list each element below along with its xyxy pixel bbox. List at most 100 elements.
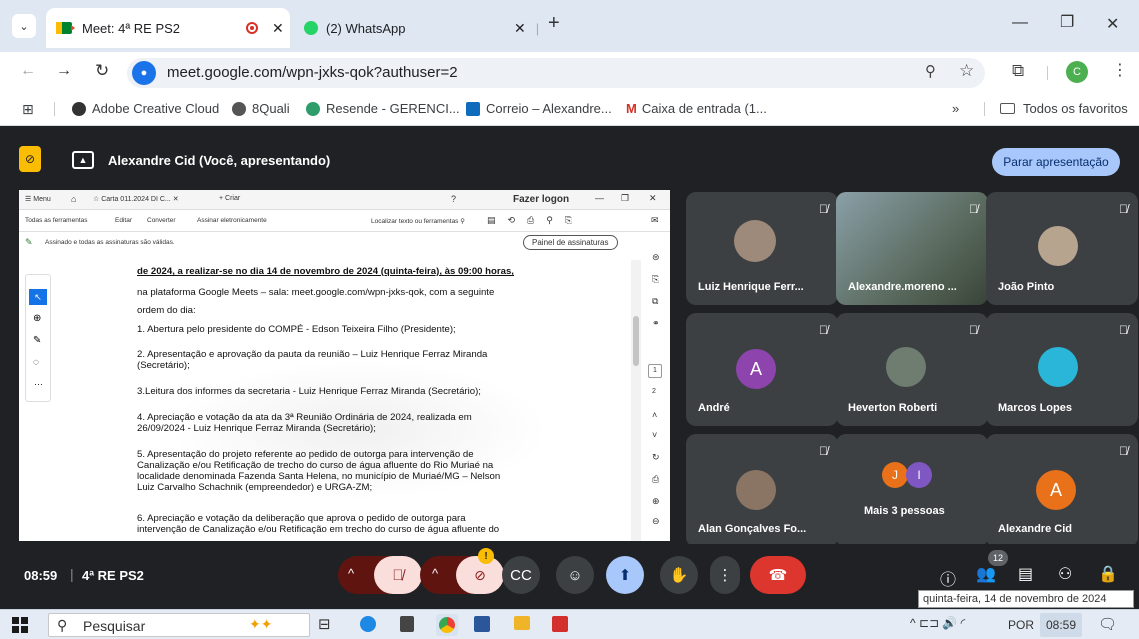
people-icon[interactable]: 👥 (976, 564, 996, 584)
taskbar-clock[interactable]: 08:59 (1040, 613, 1082, 637)
more-participants-tile[interactable]: J I Mais 3 pessoas (836, 434, 988, 547)
tab-whatsapp[interactable]: (2) WhatsApp ✕ | (292, 8, 542, 48)
bookmarks-overflow-button[interactable]: » (952, 101, 959, 116)
pdf-new-tab[interactable]: + Criar (219, 195, 240, 202)
stop-presenting-button[interactable]: Parar apresentação (992, 148, 1120, 176)
help-icon[interactable]: ? (451, 194, 456, 204)
comment-icon[interactable]: ⊜ (652, 252, 660, 263)
chrome-taskbar-button[interactable] (436, 614, 458, 636)
bookmark-star-icon[interactable]: ☆ (959, 61, 974, 81)
apps-grid-icon[interactable]: ⊞ (22, 101, 34, 118)
present-button[interactable]: ⬆ (606, 556, 644, 594)
app-icon[interactable] (400, 616, 414, 632)
scroll-thumb[interactable] (633, 316, 639, 366)
forward-icon[interactable]: → (56, 62, 72, 80)
bookmark-correio[interactable]: Correio – Alexandre... (466, 101, 612, 116)
zoom-out-icon[interactable]: ⊖ (652, 516, 660, 527)
pdf-minimize[interactable]: — (595, 193, 604, 203)
chat-icon[interactable]: ▤ (1018, 564, 1033, 584)
draw-tool-icon[interactable]: ✎ (33, 335, 41, 346)
system-tray-icons[interactable]: ^ ⊏⊐ 🔊 ◜ (910, 616, 965, 630)
meeting-details-icon[interactable]: ⓘ (940, 566, 956, 590)
tool-sign[interactable]: Assinar eletronicamente (197, 217, 267, 224)
chrome-menu-icon[interactable]: ⋮ (1112, 60, 1128, 80)
pdf-tab[interactable]: ☆ Carta 011.2024 DI C... ✕ (93, 195, 179, 203)
tool-search[interactable]: Localizar texto ou ferramentas ⚲ (371, 217, 465, 225)
bookmark-8quali[interactable]: 8Quali (232, 101, 290, 116)
pdf-maximize[interactable]: ❐ (621, 193, 629, 204)
bookmark-adobe[interactable]: Adobe Creative Cloud (72, 101, 219, 116)
participant-tile-self[interactable]: A 🎙̸ Alexandre Cid (986, 434, 1138, 547)
tab-meet[interactable]: Meet: 4ª RE PS2 ✕ (46, 8, 290, 48)
activities-icon[interactable]: ⚇ (1058, 564, 1072, 584)
save-icon[interactable]: ⎙ (652, 474, 659, 485)
page-down-icon[interactable]: ˅ (652, 430, 657, 440)
home-icon[interactable]: ⌂ (71, 194, 76, 204)
participant-tile[interactable]: 🎙̸ Alan Gonçalves Fo... (686, 434, 838, 547)
participant-tile[interactable]: 🎙̸ João Pinto (986, 192, 1138, 305)
maximize-icon[interactable]: ❐ (1060, 12, 1074, 32)
zoom-in-icon[interactable]: ⊕ (652, 496, 660, 507)
notifications-icon[interactable]: 🗨 (1098, 615, 1117, 633)
all-favorites-folder[interactable]: Todos os favoritos (1000, 101, 1128, 116)
zoom-icon[interactable]: ⚲ (925, 62, 936, 80)
pdf-menu[interactable]: ☰ Menu (25, 195, 51, 203)
participant-tile[interactable]: A 🎙̸ André (686, 313, 838, 426)
bookmark-resende[interactable]: Resende - GERENCI... (306, 101, 460, 116)
bookmark-gmail[interactable]: M Caixa de entrada (1... (626, 101, 767, 116)
cursor-tool-icon[interactable]: ↖ (29, 289, 47, 305)
mic-options-chevron-icon[interactable]: ^ (348, 566, 354, 581)
leave-call-button[interactable]: ☎ (750, 556, 806, 594)
pdf-tool-icons[interactable]: ▤⟲⎙⚲⎘ (487, 215, 584, 226)
address-bar[interactable]: ● meet.google.com/wpn-jxks-qok?authuser=… (127, 58, 985, 88)
rotate-icon[interactable]: ↻ (652, 452, 660, 463)
tool-edit[interactable]: Editar (115, 217, 132, 224)
link-icon[interactable]: ⚭ (652, 318, 660, 329)
signature-panel-button[interactable]: Painel de assinaturas (523, 235, 618, 250)
input-language[interactable]: POR (1008, 618, 1034, 632)
edge-icon[interactable] (360, 616, 376, 632)
reload-icon[interactable]: ↻ (95, 61, 109, 81)
close-tab-icon[interactable]: ✕ (514, 20, 526, 37)
raise-hand-button[interactable]: ✋ (660, 556, 698, 594)
acrobat-icon[interactable] (552, 616, 568, 632)
site-info-icon[interactable]: ● (132, 61, 156, 85)
participant-tile[interactable]: 🎙̸ Alexandre.moreno ... (836, 192, 988, 305)
camera-options-chevron-icon[interactable]: ^ (432, 566, 438, 581)
tool-all[interactable]: Todas as ferramentas (25, 217, 88, 224)
profile-avatar[interactable]: C (1066, 61, 1088, 83)
pages-icon[interactable]: ⎘ (652, 274, 659, 285)
page-up-icon[interactable]: ˄ (652, 410, 657, 420)
login-button[interactable]: Fazer logon (513, 194, 569, 205)
participant-tile[interactable]: 🎙̸ Heverton Roberti (836, 313, 988, 426)
host-controls-icon[interactable]: 🔒 (1098, 564, 1118, 584)
mic-off-button[interactable]: 🎙̸ (374, 556, 422, 594)
more-tools-icon[interactable]: ··· (34, 379, 43, 389)
close-tab-icon[interactable]: ✕ (272, 20, 284, 37)
pdf-close[interactable]: ✕ (649, 193, 657, 204)
windows-start-icon[interactable] (12, 617, 28, 633)
file-explorer-icon[interactable] (514, 616, 530, 630)
pdf-scrollbar[interactable] (631, 260, 641, 541)
close-window-button[interactable]: ✕ (1106, 14, 1119, 34)
extensions-icon[interactable]: ⧉ (1012, 61, 1024, 81)
back-icon[interactable]: ← (20, 62, 36, 80)
taskbar-search-box[interactable]: ⚲ Pesquisar ✦✦ (48, 613, 310, 637)
captions-button[interactable]: CC (502, 556, 540, 594)
task-view-icon[interactable]: ⊟ (318, 615, 331, 633)
copy-icon[interactable]: ⧉ (652, 296, 658, 307)
minimize-button[interactable]: — (1012, 14, 1028, 32)
tool-convert[interactable]: Converter (147, 217, 176, 224)
mail-icon[interactable]: ✉ (651, 215, 659, 226)
annotate-tool-icon[interactable]: ⊕ (33, 313, 41, 324)
shape-tool-icon[interactable]: ◌ (33, 357, 39, 368)
emoji-button[interactable]: ☺ (556, 556, 594, 594)
new-tab-button[interactable]: + (548, 12, 560, 35)
more-options-button[interactable]: ⋮ (710, 556, 740, 594)
participant-tile[interactable]: 🎙̸ Marcos Lopes (986, 313, 1138, 426)
page-number-current[interactable]: 1 (648, 364, 662, 378)
url-text[interactable]: meet.google.com/wpn-jxks-qok?authuser=2 (167, 64, 458, 81)
word-icon[interactable] (474, 616, 490, 632)
participant-tile[interactable]: 🎙̸ Luiz Henrique Ferr... (686, 192, 838, 305)
tab-search-button[interactable]: ⌄ (12, 14, 36, 38)
